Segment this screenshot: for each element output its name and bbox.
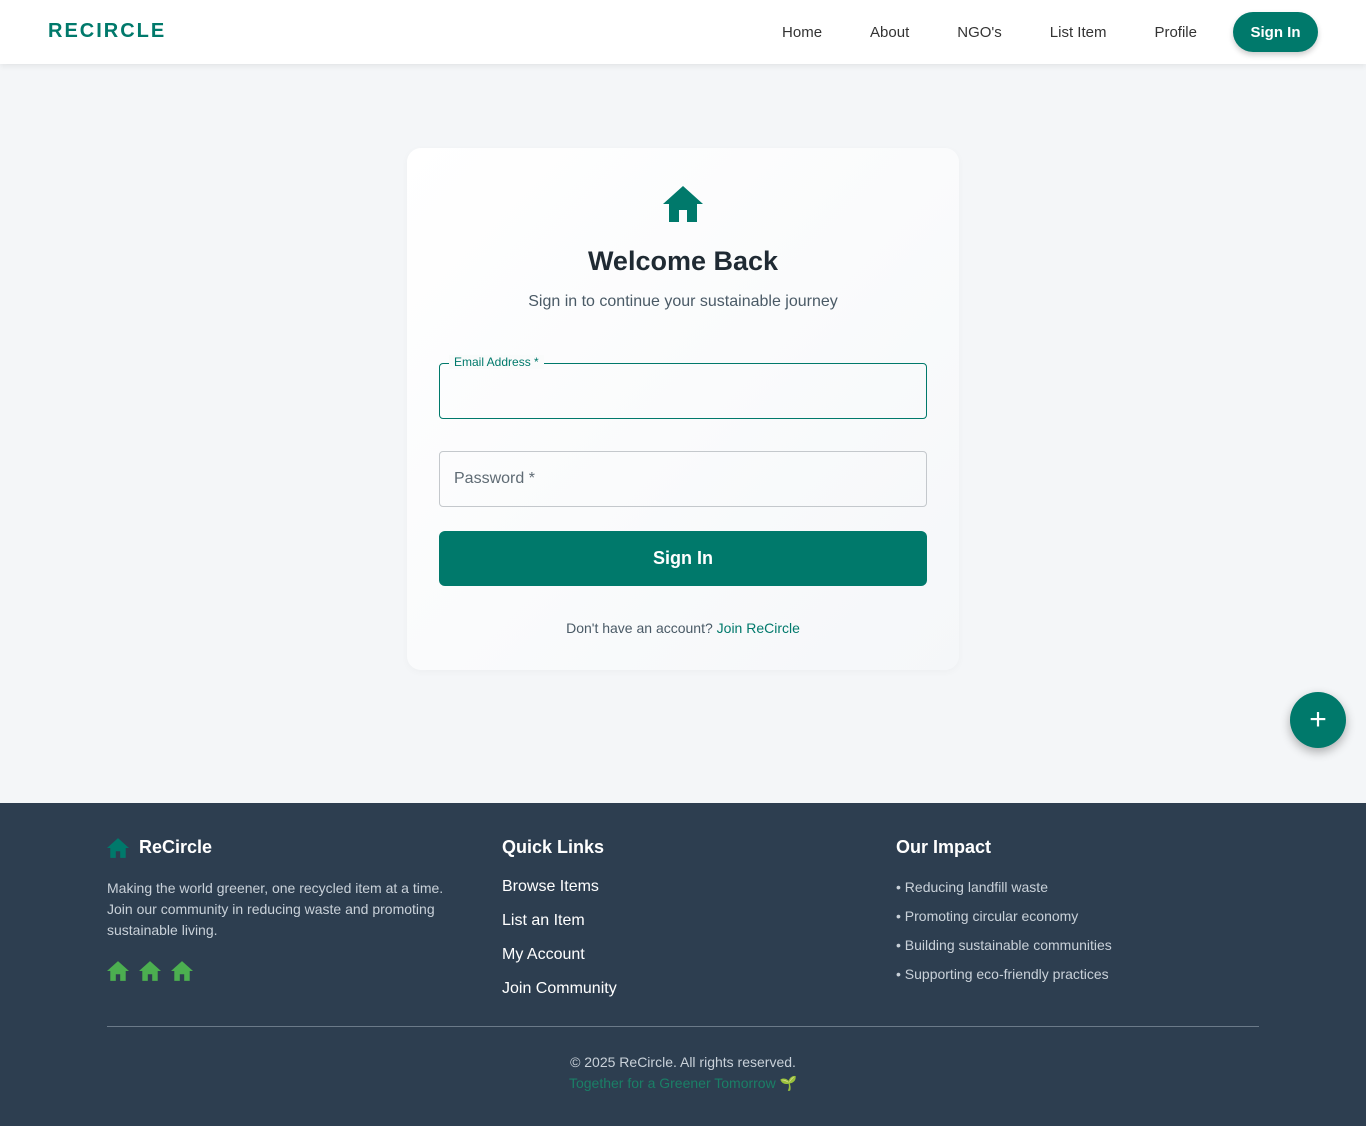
- login-subtitle: Sign in to continue your sustainable jou…: [528, 293, 838, 310]
- link-browse-items[interactable]: Browse Items: [502, 878, 802, 912]
- login-title: Welcome Back: [587, 246, 779, 276]
- impact-list: • Reducing landfill waste • Promoting ci…: [896, 878, 1236, 994]
- nav-home[interactable]: Home: [782, 24, 822, 41]
- password-field[interactable]: Password *: [439, 451, 927, 507]
- copyright: © 2025 ReCircle. All rights reserved.: [570, 1054, 796, 1070]
- navbar: RECIRCLE Home About NGO's List Item Prof…: [0, 0, 1366, 64]
- footer-impact: Our Impact • Reducing landfill waste • P…: [896, 837, 1236, 994]
- password-label: Password *: [454, 470, 535, 487]
- join-prompt: Don't have an account? Join ReCircle: [407, 620, 959, 636]
- link-join-community[interactable]: Join Community: [502, 980, 802, 1014]
- impact-item: • Building sustainable communities: [896, 937, 1112, 953]
- tagline: Together for a Greener Tomorrow 🌱: [568, 1075, 798, 1091]
- link-my-account[interactable]: My Account: [502, 946, 802, 980]
- impact-item: • Reducing landfill waste: [896, 879, 1048, 895]
- footer-brand-name: ReCircle: [139, 837, 213, 857]
- footer: ReCircle Making the world greener, one r…: [0, 803, 1366, 1126]
- login-card: Welcome Back Sign in to continue your su…: [407, 148, 959, 670]
- eco-icons: [107, 961, 457, 981]
- quick-links-list: Browse Items List an Item My Account Joi…: [502, 878, 802, 1014]
- signin-button[interactable]: Sign In: [439, 531, 927, 586]
- home-icon: [171, 961, 193, 981]
- home-icon: [107, 961, 129, 981]
- email-field[interactable]: Email Address *: [439, 355, 927, 419]
- footer-quick-links: Quick Links Browse Items List an Item My…: [502, 837, 802, 1014]
- home-icon: [139, 961, 161, 981]
- brand-logo[interactable]: RECIRCLE: [48, 20, 166, 43]
- footer-divider: [107, 1026, 1259, 1027]
- impact-title: Our Impact: [896, 837, 992, 857]
- join-recircle-link[interactable]: Join ReCircle: [717, 620, 800, 636]
- no-account-text: Don't have an account?: [566, 620, 713, 636]
- impact-item: • Promoting circular economy: [896, 908, 1079, 924]
- footer-brand: ReCircle: [107, 837, 457, 858]
- nav-ngos[interactable]: NGO's: [957, 24, 1002, 41]
- nav-links: Home About NGO's List Item Profile Sign …: [782, 12, 1318, 52]
- nav-list-item[interactable]: List Item: [1050, 24, 1107, 41]
- nav-about[interactable]: About: [870, 24, 909, 41]
- quick-links-title: Quick Links: [502, 837, 605, 857]
- plus-icon: +: [1309, 703, 1327, 736]
- add-fab-button[interactable]: +: [1290, 692, 1346, 748]
- email-label: Email Address *: [449, 355, 544, 369]
- link-list-an-item[interactable]: List an Item: [502, 912, 802, 946]
- home-icon: [107, 837, 129, 858]
- footer-description: Making the world greener, one recycled i…: [107, 880, 444, 938]
- footer-about: ReCircle Making the world greener, one r…: [107, 837, 457, 981]
- impact-item: • Supporting eco-friendly practices: [896, 966, 1109, 982]
- nav-signin-button[interactable]: Sign In: [1233, 12, 1318, 52]
- nav-profile[interactable]: Profile: [1154, 24, 1197, 41]
- home-icon: [663, 186, 703, 222]
